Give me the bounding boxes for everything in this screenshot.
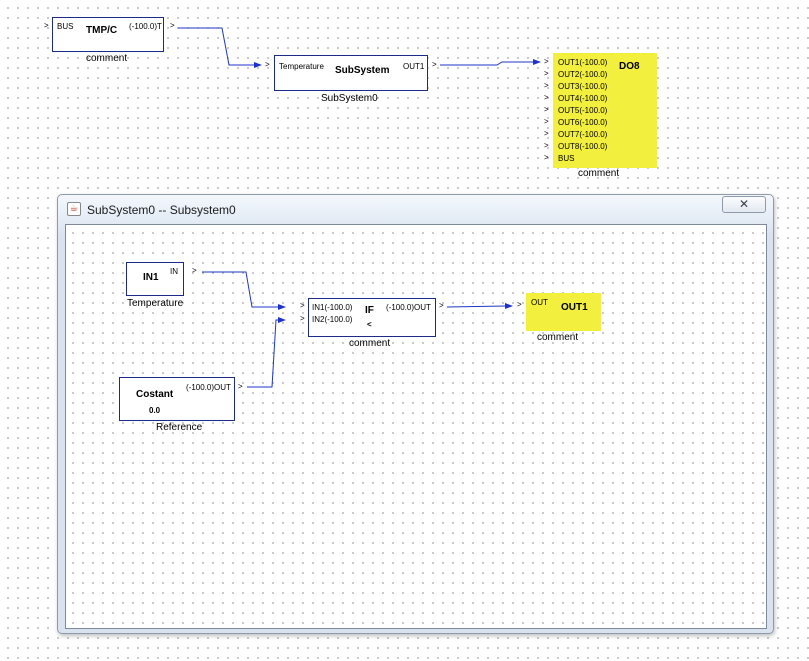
do8-port-label: OUT7(-100.0)	[558, 130, 608, 139]
do8-input-arrow[interactable]: >	[544, 129, 549, 141]
if-output-arrow[interactable]: >	[439, 301, 444, 310]
costant-block[interactable]: Costant (-100.0)OUT 0.0	[119, 377, 235, 421]
do8-port-label: OUT6(-100.0)	[558, 118, 608, 127]
costant-output-arrow[interactable]: >	[238, 382, 243, 391]
if-input2-label: IN2(-100.0)	[312, 315, 353, 324]
costant-output-port-label: (-100.0)OUT	[186, 383, 231, 392]
wire-if-to-out1	[446, 305, 507, 308]
do8-port-label: BUS	[558, 154, 575, 163]
subsystem-canvas[interactable]: IN1 IN > Temperature Costant (-100.0)OUT…	[65, 224, 767, 629]
if-input2-arrow[interactable]: >	[300, 314, 305, 323]
tmpc-output-arrow[interactable]: >	[170, 21, 175, 30]
if-output-port-label: (-100.0)OUT	[386, 303, 431, 312]
do8-input-arrow[interactable]: >	[544, 57, 549, 69]
tmpc-comment: comment	[86, 53, 128, 64]
do8-comment: comment	[578, 168, 620, 179]
do8-port-label: OUT1(-100.0)	[558, 58, 608, 67]
subsystem-comment: SubSystem0	[321, 93, 378, 104]
wire-arrowhead	[254, 62, 262, 68]
out1-block[interactable]: OUT OUT1	[526, 293, 601, 331]
subsystem-block[interactable]: Temperature SubSystem OUT1	[274, 55, 428, 91]
do8-port-label: OUT4(-100.0)	[558, 94, 608, 103]
subsystem-output-port-label: OUT1	[403, 62, 425, 71]
subsystem-dialog[interactable]: ☕ SubSystem0 -- Subsystem0 ✕ IN1 IN > Te…	[57, 194, 774, 634]
tmpc-block-title: TMP/C	[86, 25, 118, 36]
out1-comment: comment	[537, 332, 579, 343]
costant-block-title: Costant	[136, 389, 174, 400]
if-comment: comment	[349, 338, 391, 349]
in1-block-title: IN1	[143, 272, 159, 283]
wire-arrowhead	[278, 304, 286, 310]
do8-port-label: OUT8(-100.0)	[558, 142, 608, 151]
do8-input-arrow[interactable]: >	[544, 69, 549, 81]
if-operator: <	[367, 320, 372, 329]
tmpc-input-arrow[interactable]: >	[44, 21, 49, 30]
if-block[interactable]: IN1(-100.0) IN2(-100.0) IF < (-100.0)OUT	[308, 298, 436, 337]
if-input1-arrow[interactable]: >	[300, 301, 305, 310]
dialog-title: SubSystem0 -- Subsystem0	[87, 203, 236, 217]
tmpc-input-port-label: BUS	[57, 22, 74, 31]
costant-value: 0.0	[149, 406, 161, 415]
wire-subsystem-to-do8	[440, 61, 534, 66]
do8-port-label: OUT3(-100.0)	[558, 82, 608, 91]
do8-input-arrow[interactable]: >	[544, 93, 549, 105]
wire-arrowhead	[533, 59, 541, 65]
wire-costant-to-if	[247, 319, 279, 388]
in1-comment: Temperature	[127, 298, 184, 309]
do8-port-label: OUT2(-100.0)	[558, 70, 608, 79]
tmpc-output-port-label: (-100.0)T	[129, 22, 162, 31]
do8-input-arrow[interactable]: >	[544, 153, 549, 165]
out1-input-arrow[interactable]: >	[517, 300, 522, 309]
do8-port-list: OUT1(-100.0) OUT2(-100.0) OUT3(-100.0) O…	[558, 58, 607, 166]
in1-output-port-label: IN	[170, 267, 178, 276]
wire-in1-to-if	[202, 271, 279, 308]
if-input1-label: IN1(-100.0)	[312, 303, 353, 312]
out1-input-port-label: OUT	[531, 298, 548, 307]
if-block-title: IF	[365, 305, 374, 316]
do8-input-arrow[interactable]: >	[544, 141, 549, 153]
close-button[interactable]: ✕	[722, 196, 766, 213]
do8-input-arrow[interactable]: >	[544, 117, 549, 129]
subsystem-input-port-label: Temperature	[279, 62, 324, 71]
subsystem-output-arrow[interactable]: >	[432, 60, 437, 69]
subsystem-input-arrow[interactable]: >	[265, 60, 270, 69]
do8-input-arrows: > > > > > > > > >	[544, 57, 549, 165]
costant-comment: Reference	[156, 422, 203, 433]
do8-input-arrow[interactable]: >	[544, 81, 549, 93]
in1-output-arrow[interactable]: >	[192, 266, 197, 275]
do8-port-label: OUT5(-100.0)	[558, 106, 608, 115]
close-icon: ✕	[738, 197, 750, 211]
tmpc-block[interactable]: BUS TMP/C (-100.0)T	[52, 17, 164, 52]
do8-input-arrow[interactable]: >	[544, 105, 549, 117]
wire-tmpc-to-subsystem	[178, 27, 255, 66]
wire-arrowhead	[278, 317, 286, 323]
out1-block-title: OUT1	[561, 302, 588, 313]
do8-block-title: DO8	[619, 61, 640, 72]
do8-block[interactable]: DO8 OUT1(-100.0) OUT2(-100.0) OUT3(-100.…	[553, 53, 657, 168]
subsystem-block-title: SubSystem	[335, 65, 390, 76]
in1-block[interactable]: IN1 IN	[126, 262, 184, 296]
java-app-icon: ☕	[67, 202, 81, 216]
wire-arrowhead	[505, 303, 513, 309]
